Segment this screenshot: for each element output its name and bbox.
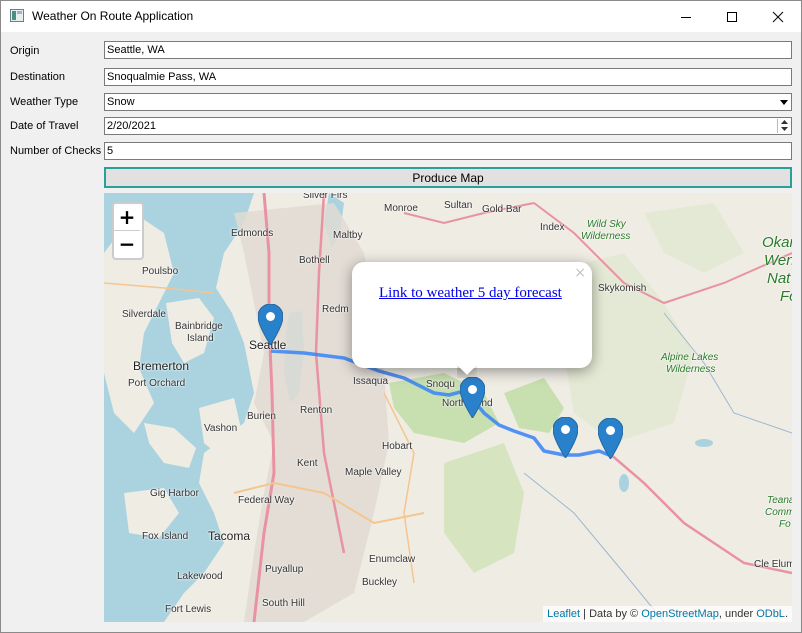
place-issaquah: Issaqua	[353, 376, 389, 387]
weather-type-value: Snow	[107, 96, 135, 108]
place-edmonds: Edmonds	[231, 228, 274, 239]
origin-label: Origin	[10, 45, 40, 57]
place-gold-bar: Gold Bar	[482, 204, 522, 215]
zoom-out-button[interactable]: −	[114, 231, 140, 257]
attribution-under: , under	[718, 608, 757, 620]
maximize-icon	[727, 11, 737, 22]
place-enumclaw: Enumclaw	[369, 554, 416, 565]
map-marker[interactable]	[552, 416, 579, 459]
place-nat: Nat	[767, 270, 791, 287]
place-alpine-lakes: Alpine Lakes	[661, 352, 719, 363]
close-button[interactable]	[755, 1, 801, 32]
checks-label: Number of Checks	[10, 145, 102, 157]
place-vashon: Vashon	[204, 423, 238, 434]
place-lakewood: Lakewood	[177, 571, 223, 582]
place-fo2: Fo	[779, 519, 791, 530]
close-icon	[772, 11, 784, 22]
map-marker[interactable]	[257, 303, 284, 346]
map-view[interactable]: Silver Firs Monroe Sultan Gold Bar Wild …	[104, 193, 792, 622]
minimize-icon	[681, 16, 691, 18]
app-window: Weather On Route Application Origin Seat…	[0, 0, 802, 633]
attribution-end: .	[784, 608, 788, 620]
map-pin-icon	[552, 416, 579, 459]
map-pin-icon	[459, 376, 486, 419]
place-wild-sky: Wild Sky	[587, 219, 626, 230]
popup-tip	[457, 366, 477, 378]
zoom-in-button[interactable]: +	[114, 204, 140, 231]
date-spinner[interactable]	[777, 119, 790, 133]
popup-close-button[interactable]: ×	[574, 265, 586, 281]
place-federal-way: Federal Way	[238, 495, 295, 506]
destination-input[interactable]: Snoqualmie Pass, WA	[104, 68, 792, 86]
place-fo: Fo	[780, 288, 792, 305]
odbl-link[interactable]: ODbL	[756, 608, 785, 620]
place-burien: Burien	[247, 411, 276, 422]
place-tacoma: Tacoma	[208, 529, 251, 543]
window-title: Weather On Route Application	[32, 9, 194, 23]
place-renton: Renton	[300, 405, 333, 416]
place-index: Index	[540, 222, 565, 233]
place-skykomish: Skykomish	[598, 283, 647, 294]
place-alpine-lakes-wilderness: Wilderness	[666, 364, 716, 375]
place-comm: Comm	[765, 507, 792, 518]
date-value: 2/20/2021	[107, 120, 156, 132]
place-island: Island	[187, 333, 214, 344]
zoom-control: + −	[112, 202, 144, 260]
place-sultan: Sultan	[444, 200, 473, 211]
maximize-button[interactable]	[709, 1, 755, 32]
place-fox-island: Fox Island	[142, 531, 189, 542]
produce-map-button[interactable]: Produce Map	[104, 167, 792, 188]
place-wild-sky-wilderness: Wilderness	[581, 231, 631, 242]
place-snoqualmie: Snoqu	[426, 379, 455, 390]
place-port-orchard: Port Orchard	[128, 378, 186, 389]
app-icon	[10, 9, 24, 22]
origin-input[interactable]: Seattle, WA	[104, 41, 792, 59]
leaflet-link[interactable]: Leaflet	[547, 608, 580, 620]
map-marker[interactable]	[597, 417, 624, 460]
map-pin-icon	[257, 303, 284, 346]
spin-up-icon[interactable]	[777, 119, 791, 126]
destination-label: Destination	[10, 71, 66, 83]
place-south-hill: South Hill	[262, 598, 305, 609]
date-label: Date of Travel	[10, 120, 79, 132]
place-puyallup: Puyallup	[265, 564, 304, 575]
place-wen: Wen	[764, 252, 792, 269]
place-hobart: Hobart	[382, 441, 413, 452]
checks-input[interactable]: 5	[104, 142, 792, 160]
place-fort-lewis: Fort Lewis	[165, 604, 212, 615]
weather-type-select[interactable]: Snow	[104, 93, 792, 111]
place-kent: Kent	[297, 458, 318, 469]
place-silver-firs: Silver Firs	[303, 193, 348, 201]
place-bainbridge: Bainbridge	[175, 321, 223, 332]
map-marker[interactable]	[459, 376, 486, 419]
forecast-link[interactable]: Link to weather 5 day forecast	[379, 284, 569, 302]
attribution-sep: | Data by ©	[580, 608, 642, 620]
map-attribution: Leaflet | Data by © OpenStreetMap , unde…	[543, 606, 792, 622]
place-redmond: Redm	[322, 304, 349, 315]
place-cle-elum: Cle Elum	[754, 559, 792, 570]
osm-link[interactable]: OpenStreetMap	[641, 608, 719, 620]
place-poulsbo: Poulsbo	[142, 266, 179, 277]
spin-down-icon[interactable]	[777, 126, 791, 133]
place-okan: Okan	[762, 234, 792, 251]
place-teanaway: Teana	[767, 495, 792, 506]
date-input[interactable]: 2/20/2021	[104, 117, 792, 135]
map-pin-icon	[597, 417, 624, 460]
title-bar[interactable]: Weather On Route Application	[1, 1, 801, 32]
weather-type-label: Weather Type	[10, 96, 79, 108]
place-buckley: Buckley	[362, 577, 398, 588]
place-bothell: Bothell	[299, 255, 330, 266]
place-silverdale: Silverdale	[122, 309, 166, 320]
place-maltby: Maltby	[333, 230, 363, 241]
minimize-button[interactable]	[663, 1, 709, 32]
place-maple-valley: Maple Valley	[345, 467, 402, 478]
chevron-down-icon	[780, 100, 788, 105]
place-bremerton: Bremerton	[133, 359, 190, 373]
place-monroe: Monroe	[384, 203, 418, 214]
place-gig-harbor: Gig Harbor	[150, 488, 199, 499]
marker-popup: × Link to weather 5 day forecast	[352, 262, 592, 368]
